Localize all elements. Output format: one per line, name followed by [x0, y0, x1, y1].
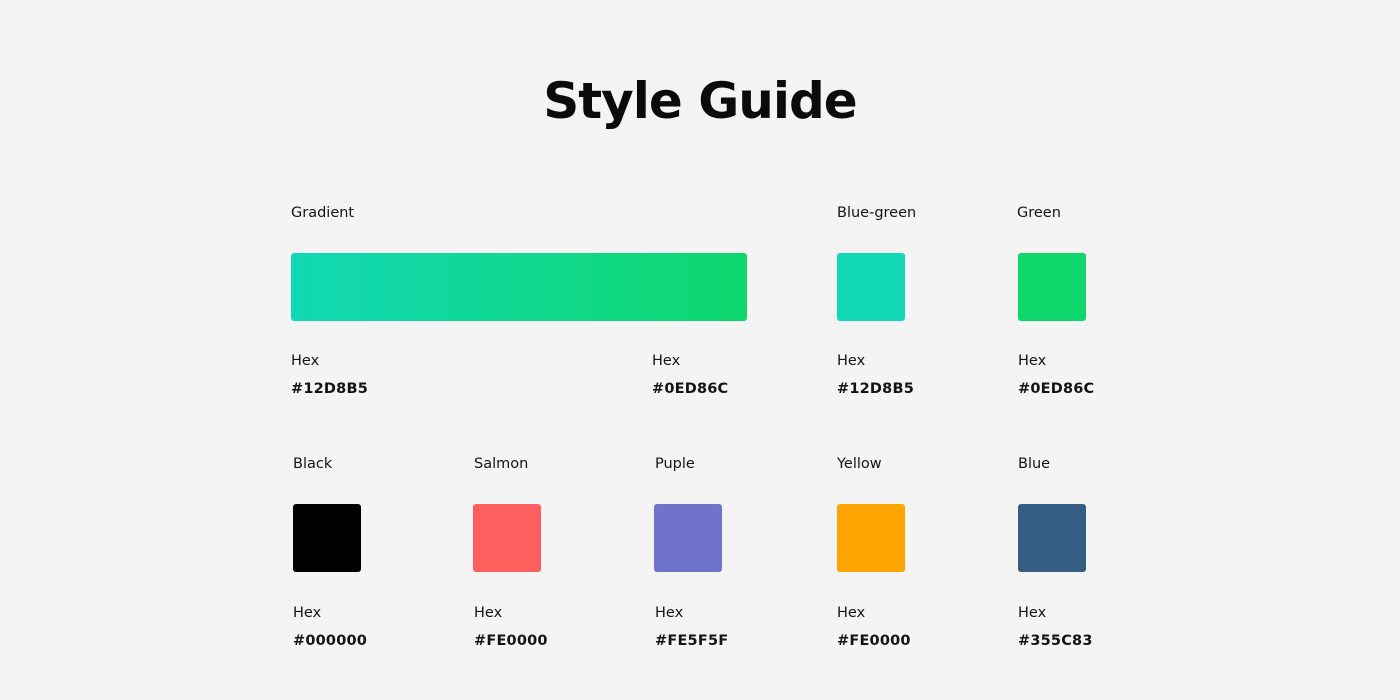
color-name-salmon: Salmon: [474, 456, 529, 472]
gradient-start-hex-caption: Hex: [291, 353, 320, 369]
swatch-black: [293, 504, 361, 572]
color-card-green: Green: [1017, 204, 1061, 222]
color-name: Blue-green: [837, 205, 917, 221]
hex-value: #12D8B5: [837, 381, 914, 397]
color-name-blue: Blue: [1018, 456, 1051, 472]
gradient-end-hex-value: #0ED86C: [652, 381, 729, 397]
hex-value: #FE5F5F: [655, 633, 729, 649]
style-guide-page: Style Guide Gradient Hex #12D8B5 Hex #0E…: [0, 0, 1400, 700]
hex-value: #355C83: [1018, 633, 1093, 649]
gradient-start-hex-value: #12D8B5: [291, 381, 368, 397]
hex-value: #FE0000: [837, 633, 911, 649]
color-name-black: Black: [293, 456, 333, 472]
swatch-salmon: [473, 504, 541, 572]
swatch-green: [1018, 253, 1086, 321]
hex-caption: Hex: [837, 605, 866, 621]
swatch-puple: [654, 504, 722, 572]
hex-value: #000000: [293, 633, 368, 649]
hex-caption: Hex: [1018, 353, 1047, 369]
color-name-puple: Puple: [655, 456, 695, 472]
swatch-yellow: [837, 504, 905, 572]
hex-caption: Hex: [293, 605, 322, 621]
hex-caption: Hex: [837, 353, 866, 369]
page-title: Style Guide: [543, 72, 857, 130]
color-name-yellow: Yellow: [837, 456, 882, 472]
gradient-swatch: [291, 253, 747, 321]
color-name: Green: [1017, 205, 1061, 221]
color-card-blue-green: Blue-green: [837, 204, 916, 222]
hex-caption: Hex: [474, 605, 503, 621]
gradient-end-hex-caption: Hex: [652, 353, 681, 369]
hex-value: #0ED86C: [1018, 381, 1095, 397]
swatch-blue-green: [837, 253, 905, 321]
gradient-label: Gradient: [291, 205, 355, 221]
hex-caption: Hex: [1018, 605, 1047, 621]
hex-caption: Hex: [655, 605, 684, 621]
swatch-blue: [1018, 504, 1086, 572]
hex-value: #FE0000: [474, 633, 548, 649]
